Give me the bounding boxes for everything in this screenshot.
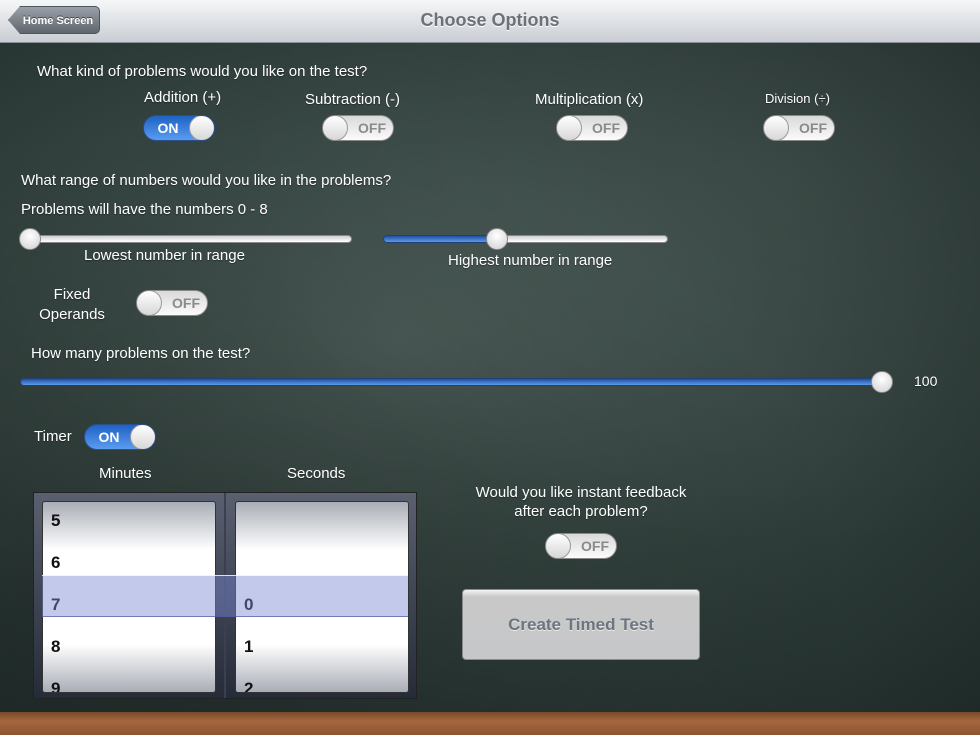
multiplication-toggle-state: OFF xyxy=(592,120,620,136)
multiplication-label: Multiplication (x) xyxy=(535,91,644,108)
addition-toggle[interactable]: ON xyxy=(143,115,215,141)
minutes-wheel-item[interactable]: 8 xyxy=(43,626,215,668)
slider-track xyxy=(30,235,352,243)
lowest-number-slider-thumb[interactable] xyxy=(19,228,41,250)
problem-count-value: 100 xyxy=(914,373,938,389)
division-label: Division (÷) xyxy=(765,91,830,106)
problem-count-question: How many problems on the test? xyxy=(31,345,251,362)
fixed-operands-toggle[interactable]: OFF xyxy=(136,290,208,316)
wood-ledge xyxy=(0,712,980,735)
timer-label: Timer xyxy=(34,428,72,445)
fixed-operands-label: Fixed Operands xyxy=(36,286,108,323)
timer-toggle[interactable]: ON xyxy=(84,424,156,450)
slider-fill xyxy=(20,378,882,386)
page-title: Choose Options xyxy=(420,10,560,30)
problem-types-question: What kind of problems would you like on … xyxy=(37,63,368,80)
seconds-wheel-item[interactable] xyxy=(236,502,408,542)
subtraction-toggle-state: OFF xyxy=(358,120,386,136)
range-question: What range of numbers would you like in … xyxy=(21,172,392,189)
subtraction-label: Subtraction (-) xyxy=(305,91,401,108)
toggle-knob xyxy=(323,116,348,140)
feedback-question: Would you like instant feedback after ea… xyxy=(440,484,722,520)
create-timed-test-button[interactable]: Create Timed Test xyxy=(462,589,700,660)
fixed-operands-label-line1: Fixed xyxy=(53,286,91,303)
feedback-question-line2: after each problem? xyxy=(514,503,648,520)
addition-toggle-state: ON xyxy=(157,120,179,136)
seconds-label: Seconds xyxy=(287,465,346,482)
subtraction-toggle[interactable]: OFF xyxy=(322,115,394,141)
feedback-question-line1: Would you like instant feedback xyxy=(475,484,687,501)
minutes-wheel-item[interactable]: 5 xyxy=(43,502,215,542)
seconds-wheel-item[interactable]: 2 xyxy=(236,668,408,692)
highest-number-slider[interactable] xyxy=(383,228,668,250)
navigation-bar: Home Screen Choose Options xyxy=(0,0,980,43)
toggle-knob xyxy=(189,116,214,140)
timer-toggle-state: ON xyxy=(98,429,120,445)
minutes-wheel-item[interactable]: 9 xyxy=(43,668,215,692)
toggle-knob xyxy=(137,291,162,315)
fixed-operands-toggle-state: OFF xyxy=(172,295,200,311)
multiplication-toggle[interactable]: OFF xyxy=(556,115,628,141)
toggle-knob xyxy=(557,116,582,140)
division-toggle-state: OFF xyxy=(799,120,827,136)
problem-count-slider[interactable] xyxy=(20,371,893,393)
seconds-wheel-item[interactable]: 1 xyxy=(236,626,408,668)
highest-number-label: Highest number in range xyxy=(448,252,613,269)
toggle-knob xyxy=(546,534,571,558)
slider-fill xyxy=(383,235,497,243)
picker-selection-indicator xyxy=(42,575,408,617)
addition-label: Addition (+) xyxy=(144,89,222,106)
instant-feedback-toggle-state: OFF xyxy=(581,538,609,554)
toggle-knob xyxy=(130,425,155,449)
division-toggle[interactable]: OFF xyxy=(763,115,835,141)
toggle-knob xyxy=(764,116,789,140)
lowest-number-slider[interactable] xyxy=(19,228,352,250)
time-picker: 5 6 7 8 9 0 1 2 xyxy=(33,492,417,699)
lowest-number-label: Lowest number in range xyxy=(84,247,245,264)
problem-count-slider-thumb[interactable] xyxy=(871,371,893,393)
minutes-label: Minutes xyxy=(99,465,152,482)
fixed-operands-label-line2: Operands xyxy=(39,306,105,323)
highest-number-slider-thumb[interactable] xyxy=(486,228,508,250)
range-summary: Problems will have the numbers 0 - 8 xyxy=(21,201,268,218)
instant-feedback-toggle[interactable]: OFF xyxy=(545,533,617,559)
